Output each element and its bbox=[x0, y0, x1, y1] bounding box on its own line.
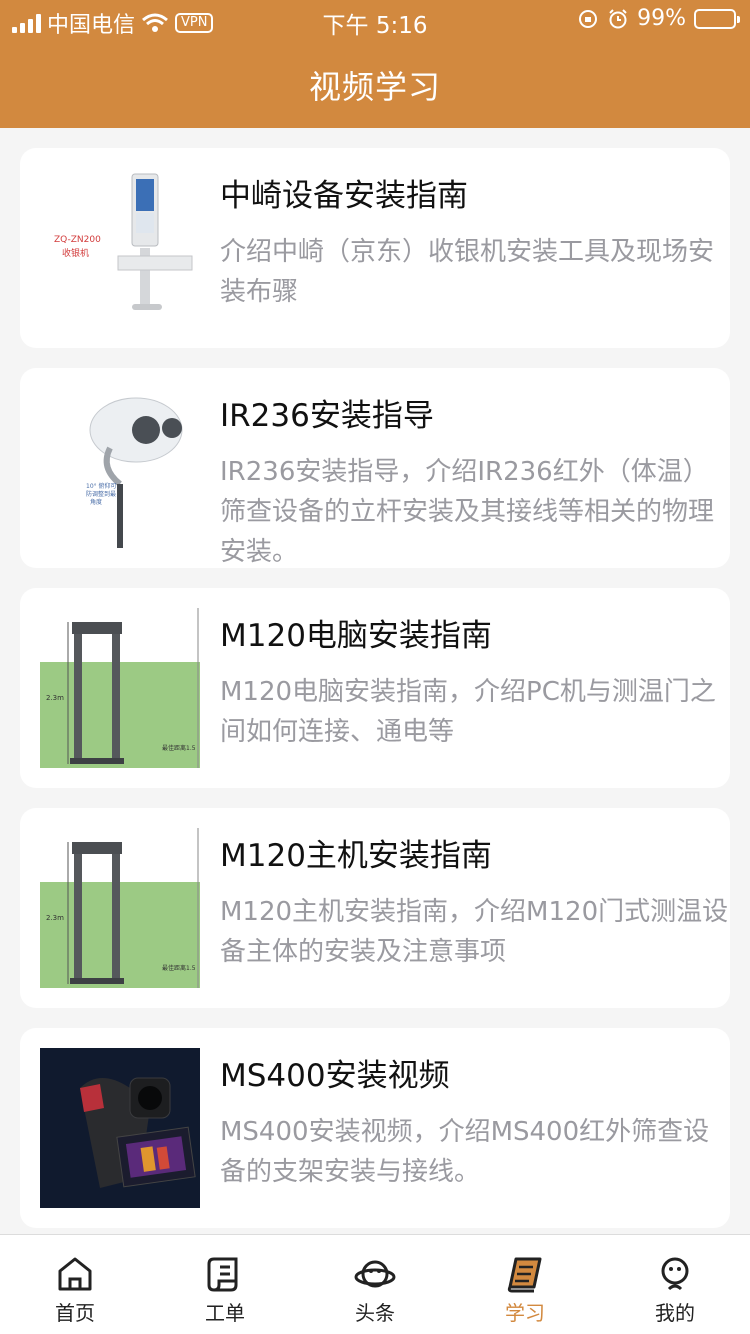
video-thumbnail bbox=[40, 1048, 200, 1208]
tab-mine[interactable]: 我的 bbox=[600, 1235, 750, 1334]
page-title: 视频学习 bbox=[308, 68, 441, 106]
planet-icon bbox=[354, 1260, 396, 1288]
thumb-note-2: 防调整到最 bbox=[86, 490, 116, 498]
video-desc: M120主机安装指南，介绍M120门式测温设备主体的安装及注意事项 bbox=[220, 897, 729, 967]
thumb-height-label: 2.3m bbox=[46, 694, 64, 702]
rotation-lock-icon bbox=[579, 9, 598, 28]
tab-label: 工单 bbox=[205, 1301, 245, 1325]
alarm-icon bbox=[609, 8, 627, 28]
app-header: 中国电信 VPN 下午 5:16 99% 视频学习 bbox=[0, 0, 750, 128]
tab-home[interactable]: 首页 bbox=[0, 1235, 150, 1334]
book-icon bbox=[507, 1257, 542, 1293]
video-title: MS400安装视频 bbox=[220, 1058, 450, 1094]
status-bar: 中国电信 VPN 下午 5:16 99% bbox=[0, 0, 750, 40]
tab-label: 头条 bbox=[355, 1301, 395, 1325]
video-desc: MS400安装视频，介绍MS400红外筛查设备的支架安装与接线。 bbox=[220, 1117, 710, 1187]
tab-headlines[interactable]: 头条 bbox=[300, 1235, 450, 1334]
thumb-model-sub: 收银机 bbox=[62, 247, 89, 259]
video-card[interactable]: MS400安装视频 MS400安装视频，介绍MS400红外筛查设备的支架安装与接… bbox=[20, 1028, 730, 1228]
video-title: 中崎设备安装指南 bbox=[220, 178, 468, 214]
video-desc: IR236安装指导，介绍IR236红外（体温）筛查设备的立杆安装及其接线等相关的… bbox=[220, 457, 715, 567]
home-icon bbox=[58, 1257, 92, 1291]
video-thumbnail: 2.3m 最佳距离1.5 bbox=[40, 608, 200, 768]
video-title: IR236安装指导 bbox=[220, 398, 434, 434]
thumb-model-label: ZQ-ZN200 bbox=[54, 235, 101, 245]
battery-percent: 99% bbox=[637, 6, 686, 31]
tab-label: 我的 bbox=[655, 1301, 695, 1325]
battery-icon bbox=[694, 8, 740, 29]
video-desc: 介绍中崎（京东）收银机安装工具及现场安装布骤 bbox=[220, 237, 715, 307]
video-title: M120电脑安装指南 bbox=[220, 618, 492, 654]
video-card[interactable]: ZQ-ZN200 收银机 中崎设备安装指南 介绍中崎（京东）收银机安装工具及现场… bbox=[20, 148, 730, 348]
thumb-note-3: 角度 bbox=[90, 498, 102, 506]
video-thumbnail: ZQ-ZN200 收银机 bbox=[40, 168, 200, 328]
thumb-distance-label: 最佳距离1.5 bbox=[162, 744, 196, 752]
tab-orders[interactable]: 工单 bbox=[150, 1235, 300, 1334]
scroll-icon bbox=[207, 1257, 238, 1292]
video-thumbnail: 10° 俯仰可 防调整到最 角度 bbox=[40, 388, 200, 548]
thumb-height-label: 2.3m bbox=[46, 914, 64, 922]
video-card[interactable]: 2.3m 最佳距离1.5 M120主机安装指南 M120主机安装指南，介绍M12… bbox=[20, 808, 730, 1008]
tab-study[interactable]: 学习 bbox=[450, 1235, 600, 1334]
tab-label: 学习 bbox=[505, 1301, 545, 1325]
video-list: ZQ-ZN200 收银机 中崎设备安装指南 介绍中崎（京东）收银机安装工具及现场… bbox=[20, 148, 730, 1248]
video-title: M120主机安装指南 bbox=[220, 838, 492, 874]
video-card[interactable]: 2.3m 最佳距离1.5 M120电脑安装指南 M120电脑安装指南，介绍PC机… bbox=[20, 588, 730, 788]
bottom-tab-bar: 首页 工单 头条 学习 我的 bbox=[0, 1234, 750, 1334]
video-desc: M120电脑安装指南，介绍PC机与测温门之间如何连接、通电等 bbox=[220, 677, 716, 747]
video-card[interactable]: 10° 俯仰可 防调整到最 角度 IR236安装指导 IR236安装指导，介绍I… bbox=[20, 368, 730, 568]
tab-label: 首页 bbox=[55, 1301, 95, 1325]
video-thumbnail: 2.3m 最佳距离1.5 bbox=[40, 828, 200, 988]
person-icon bbox=[661, 1257, 689, 1291]
thumb-distance-label: 最佳距离1.5 bbox=[162, 964, 196, 972]
thumb-note-1: 10° 俯仰可 bbox=[86, 482, 117, 490]
